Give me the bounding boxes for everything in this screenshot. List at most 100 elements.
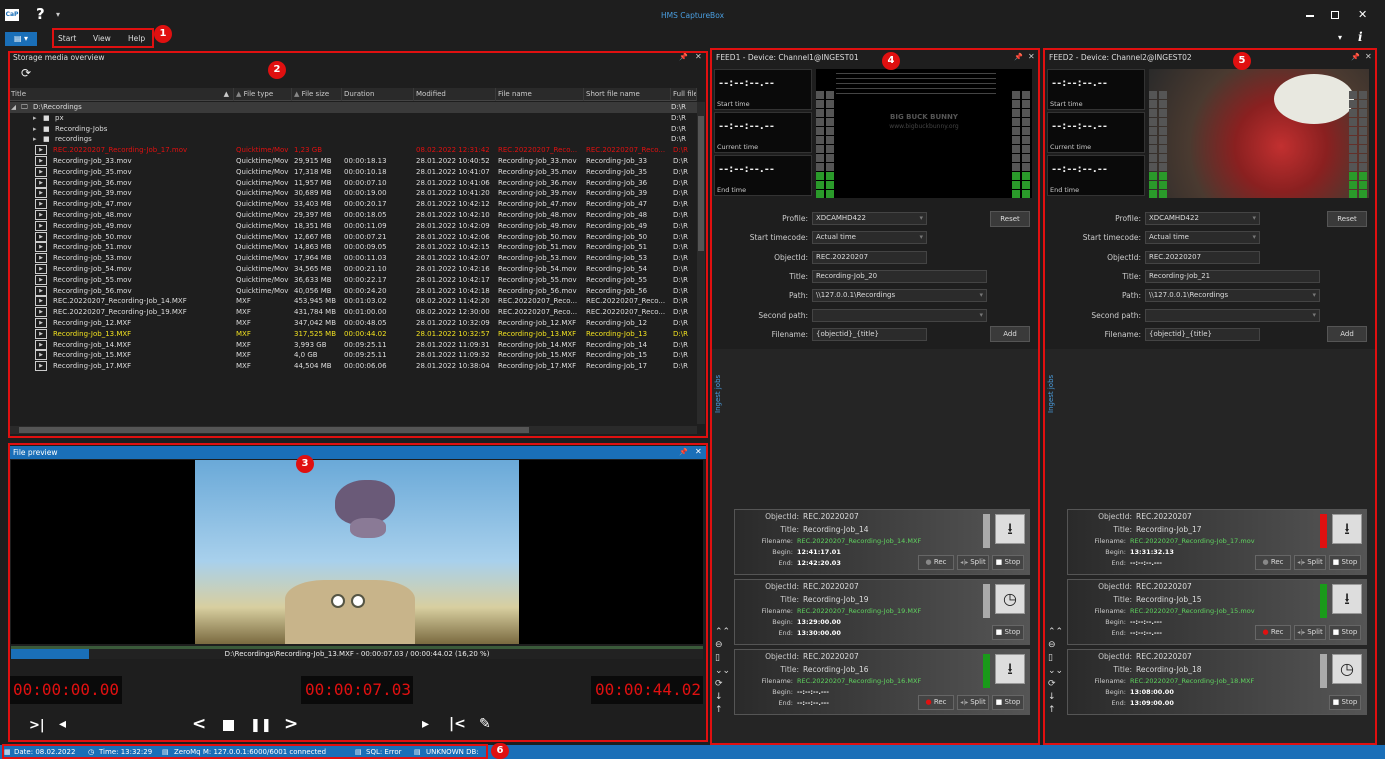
collapse-up-icon[interactable]: ⌃⌃: [1048, 627, 1063, 637]
table-row[interactable]: ▶ Recording-Job_48.mov Quicktime/Mov 29,397…: [9, 210, 697, 221]
profile-select[interactable]: XDCAMHD422 ▾: [1145, 212, 1260, 225]
preview-pin-icon[interactable]: 📌: [679, 448, 688, 456]
horizontal-scrollbar[interactable]: [9, 426, 697, 434]
split-button[interactable]: ◂|▸ Split: [957, 695, 989, 710]
table-row[interactable]: ▶ REC.20220207_Recording-Job_14.MXF MXF 453…: [9, 296, 697, 307]
preview-close-icon[interactable]: ✕: [695, 447, 702, 456]
split-button[interactable]: ◂|▸ Split: [1294, 625, 1326, 640]
sort-up-icon[interactable]: ↑: [715, 705, 723, 715]
rec-button[interactable]: ● Rec: [1255, 625, 1291, 640]
collapse-down-icon[interactable]: ⌄⌄: [1048, 666, 1063, 676]
ingest-jobs-tab[interactable]: Ingest jobs: [714, 363, 726, 413]
stop-button[interactable]: ■ Stop: [992, 555, 1024, 570]
title-field[interactable]: Recording-Job_20: [812, 269, 987, 283]
rec-button[interactable]: ● Rec: [918, 695, 954, 710]
info-icon[interactable]: i: [1358, 30, 1363, 44]
second-path-select[interactable]: ▾: [1145, 308, 1320, 322]
start-timecode-select[interactable]: Actual time ▾: [1145, 231, 1260, 245]
profile-select[interactable]: XDCAMHD422 ▾: [812, 212, 927, 225]
col-file-type[interactable]: ▲ File type: [234, 88, 292, 101]
rec-button[interactable]: ● Rec: [1255, 555, 1291, 570]
document-icon[interactable]: ▯: [715, 653, 720, 663]
table-row[interactable]: ▶ Recording-Job_17.MXF MXF 44,504 MB 00:00:0…: [9, 361, 697, 372]
filename-field[interactable]: {objectid}_{title}: [812, 327, 927, 341]
split-button[interactable]: ◂|▸ Split: [957, 555, 989, 570]
ingest-job-card[interactable]: ObjectId: REC.20220207 Title: Recording-Job…: [1067, 579, 1367, 645]
tree-node[interactable]: ◢ 🖵 D:\Recordings D:\R: [9, 102, 697, 113]
collapse-up-icon[interactable]: ⌃⌃: [715, 627, 730, 637]
stop-button[interactable]: ■ Stop: [1329, 695, 1361, 710]
expand-down-icon[interactable]: ◢: [11, 102, 16, 113]
ribbon-collapse-icon[interactable]: ▾: [1338, 33, 1342, 42]
table-row[interactable]: ▶ Recording-Job_12.MXF MXF 347,042 MB 00:00:…: [9, 318, 697, 329]
path-select[interactable]: \\127.0.0.1\Recordings ▾: [1145, 289, 1320, 303]
rec-button[interactable]: ● Rec: [918, 555, 954, 570]
second-path-select[interactable]: ▾: [812, 308, 987, 322]
tree-node[interactable]: ▸ ■ Recording-Jobs D:\R: [9, 124, 697, 135]
table-row[interactable]: ▶ Recording-Job_55.mov Quicktime/Mov 36,633…: [9, 274, 697, 286]
table-row[interactable]: ▶ REC.20220207_Recording-Job_19.MXF MXF 431…: [9, 307, 697, 318]
stop-button[interactable]: ■ Stop: [992, 625, 1024, 640]
objectid-field[interactable]: REC.20220207: [1145, 250, 1260, 264]
reset-button[interactable]: Reset: [1327, 211, 1367, 227]
title-field[interactable]: Recording-Job_21: [1145, 269, 1320, 283]
sync-icon[interactable]: ⟳: [715, 679, 723, 689]
skip-to-end-icon[interactable]: >|: [29, 718, 45, 733]
mark-in-icon[interactable]: ▸: [422, 716, 429, 732]
download-icon[interactable]: ⭳: [1332, 514, 1362, 544]
stop-button[interactable]: ■ Stop: [1329, 555, 1361, 570]
col-file-name[interactable]: File name: [496, 88, 584, 101]
table-row[interactable]: ▶ Recording-Job_47.mov Quicktime/Mov 33,403…: [9, 199, 697, 210]
feed-pin-icon[interactable]: 📌: [1014, 53, 1023, 61]
ingest-job-card[interactable]: ObjectId: REC.20220207 Title: Recording-Job…: [1067, 509, 1367, 575]
col-title[interactable]: Title ▲: [9, 88, 234, 101]
ingest-job-card[interactable]: ObjectId: REC.20220207 Title: Recording-Job…: [1067, 649, 1367, 715]
split-button[interactable]: ◂|▸ Split: [1294, 555, 1326, 570]
next-frame-icon[interactable]: >: [284, 714, 298, 734]
table-row[interactable]: ▶ Recording-Job_15.MXF MXF 4,0 GB 00:09:25.1…: [9, 350, 697, 361]
feed-close-icon[interactable]: ✕: [1365, 52, 1372, 61]
sort-down-icon[interactable]: ↓: [1048, 692, 1056, 702]
download-icon[interactable]: ⭳: [995, 514, 1025, 544]
menu-start[interactable]: Start: [58, 34, 76, 43]
start-timecode-select[interactable]: Actual time ▾: [812, 231, 927, 245]
objectid-field[interactable]: REC.20220207: [812, 250, 927, 264]
table-row[interactable]: ▶ Recording-Job_54.mov Quicktime/Mov 34,565…: [9, 264, 697, 275]
tree-node[interactable]: ▸ ■ recordings D:\R: [9, 134, 697, 145]
menu-help[interactable]: Help: [128, 34, 145, 43]
ingest-job-card[interactable]: ObjectId: REC.20220207 Title: Recording-Job…: [734, 579, 1030, 645]
table-row[interactable]: ▶ Recording-Job_35.mov Quicktime/Mov 17,318…: [9, 166, 697, 178]
maximize-icon[interactable]: [1331, 11, 1339, 19]
edit-icon[interactable]: ✎: [479, 716, 491, 732]
col-short-file-name[interactable]: Short file name: [584, 88, 671, 101]
col-full-file-path[interactable]: Full file p: [671, 88, 697, 101]
circle-minus-icon[interactable]: ⊖: [1048, 640, 1056, 650]
previous-frame-icon[interactable]: <: [192, 714, 206, 734]
col-duration[interactable]: Duration: [342, 88, 414, 101]
panel-close-icon[interactable]: ✕: [695, 52, 702, 61]
expand-right-icon[interactable]: ▸: [33, 113, 37, 124]
add-button[interactable]: Add: [990, 326, 1030, 342]
step-back-icon[interactable]: ◂: [59, 716, 66, 732]
path-select[interactable]: \\127.0.0.1\Recordings ▾: [812, 289, 987, 303]
col-modified[interactable]: Modified: [414, 88, 496, 101]
expand-right-icon[interactable]: ▸: [33, 134, 37, 145]
ingest-jobs-tab[interactable]: Ingest jobs: [1047, 363, 1059, 413]
clock-icon[interactable]: ◷: [1332, 654, 1362, 684]
stop-button[interactable]: ■ Stop: [992, 695, 1024, 710]
pause-icon[interactable]: ❚❚: [250, 718, 272, 733]
refresh-icon[interactable]: ⟳: [21, 66, 31, 80]
table-row[interactable]: ▶ Recording-Job_51.mov Quicktime/Mov 14,863…: [9, 242, 697, 253]
collapse-down-icon[interactable]: ⌄⌄: [715, 666, 730, 676]
table-row[interactable]: ▶ Recording-Job_36.mov Quicktime/Mov 11,957…: [9, 177, 697, 189]
table-row[interactable]: ▶ Recording-Job_13.MXF MXF 317,525 MB 00:00:…: [9, 328, 697, 340]
tree-node[interactable]: ▸ ■ px D:\R: [9, 113, 697, 124]
expand-right-icon[interactable]: ▸: [33, 124, 37, 135]
minimize-icon[interactable]: [1306, 15, 1314, 17]
stop-button[interactable]: ■ Stop: [1329, 625, 1361, 640]
playback-progress-bar[interactable]: D:\Recordings\Recording-Job_13.MXF - 00:…: [11, 649, 703, 659]
sync-icon[interactable]: ⟳: [1048, 679, 1056, 689]
close-icon[interactable]: ✕: [1358, 8, 1367, 21]
table-row[interactable]: ▶ Recording-Job_39.mov Quicktime/Mov 30,689…: [9, 188, 697, 199]
add-button[interactable]: Add: [1327, 326, 1367, 342]
